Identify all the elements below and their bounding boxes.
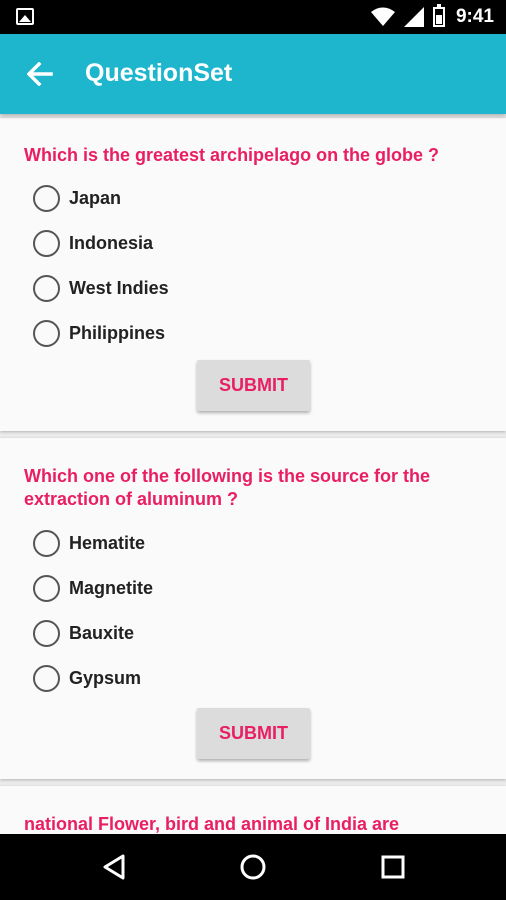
option-group: Japan Indonesia West Indies Philippines bbox=[33, 176, 169, 356]
nav-back-icon bbox=[103, 854, 125, 880]
nav-home-button[interactable] bbox=[233, 847, 273, 887]
option-bauxite[interactable]: Bauxite bbox=[33, 611, 153, 656]
status-icons: 9:41 bbox=[370, 4, 494, 28]
question-text: Which is the greatest archipelago on the… bbox=[24, 145, 440, 165]
nav-home-icon bbox=[240, 854, 266, 880]
question-text: national Flower, bird and animal of Indi… bbox=[24, 814, 400, 834]
question-card: national Flower, bird and animal of Indi… bbox=[0, 786, 506, 834]
option-hematite[interactable]: Hematite bbox=[33, 521, 153, 566]
question-card: Which one of the following is the source… bbox=[0, 438, 506, 779]
radio-button[interactable] bbox=[33, 665, 60, 692]
radio-button[interactable] bbox=[33, 575, 60, 602]
radio-button[interactable] bbox=[33, 275, 60, 302]
option-label: Bauxite bbox=[69, 623, 135, 643]
nav-recent-icon bbox=[381, 855, 405, 879]
radio-button[interactable] bbox=[33, 230, 60, 257]
app-bar: QuestionSet bbox=[0, 34, 506, 114]
option-label: West Indies bbox=[69, 278, 169, 298]
option-label: Gypsum bbox=[69, 668, 142, 688]
arrow-back-icon bbox=[27, 62, 53, 86]
option-japan[interactable]: Japan bbox=[33, 176, 169, 221]
option-label: Indonesia bbox=[69, 233, 154, 253]
radio-button[interactable] bbox=[33, 185, 60, 212]
nav-recent-button[interactable] bbox=[373, 847, 413, 887]
submit-button[interactable]: SUBMIT bbox=[197, 360, 310, 411]
radio-button[interactable] bbox=[33, 620, 60, 647]
option-magnetite[interactable]: Magnetite bbox=[33, 566, 153, 611]
question-list[interactable]: Which is the greatest archipelago on the… bbox=[0, 114, 506, 834]
option-label: Japan bbox=[69, 188, 122, 208]
page-title: QuestionSet bbox=[85, 59, 233, 87]
clock: 9:41 bbox=[455, 6, 494, 27]
nav-back-button[interactable] bbox=[94, 847, 134, 887]
gallery-icon bbox=[16, 8, 34, 25]
radio-button[interactable] bbox=[33, 530, 60, 557]
option-label: Hematite bbox=[69, 533, 146, 553]
status-bar: 9:41 bbox=[0, 0, 506, 34]
option-label: Philippines bbox=[69, 323, 166, 343]
radio-button[interactable] bbox=[33, 320, 60, 347]
option-gypsum[interactable]: Gypsum bbox=[33, 656, 153, 701]
back-button[interactable] bbox=[22, 56, 58, 92]
option-indonesia[interactable]: Indonesia bbox=[33, 221, 169, 266]
question-text: Which one of the following is the source… bbox=[24, 466, 431, 509]
wifi-icon bbox=[370, 7, 395, 26]
battery-icon bbox=[432, 4, 445, 27]
navigation-bar bbox=[0, 834, 506, 900]
submit-button[interactable]: SUBMIT bbox=[197, 708, 310, 759]
option-group: Hematite Magnetite Bauxite Gypsum bbox=[33, 521, 153, 701]
signal-icon bbox=[403, 7, 424, 27]
option-label: Magnetite bbox=[69, 578, 154, 598]
option-west-indies[interactable]: West Indies bbox=[33, 266, 169, 311]
question-card: Which is the greatest archipelago on the… bbox=[0, 118, 506, 431]
option-philippines[interactable]: Philippines bbox=[33, 311, 169, 356]
